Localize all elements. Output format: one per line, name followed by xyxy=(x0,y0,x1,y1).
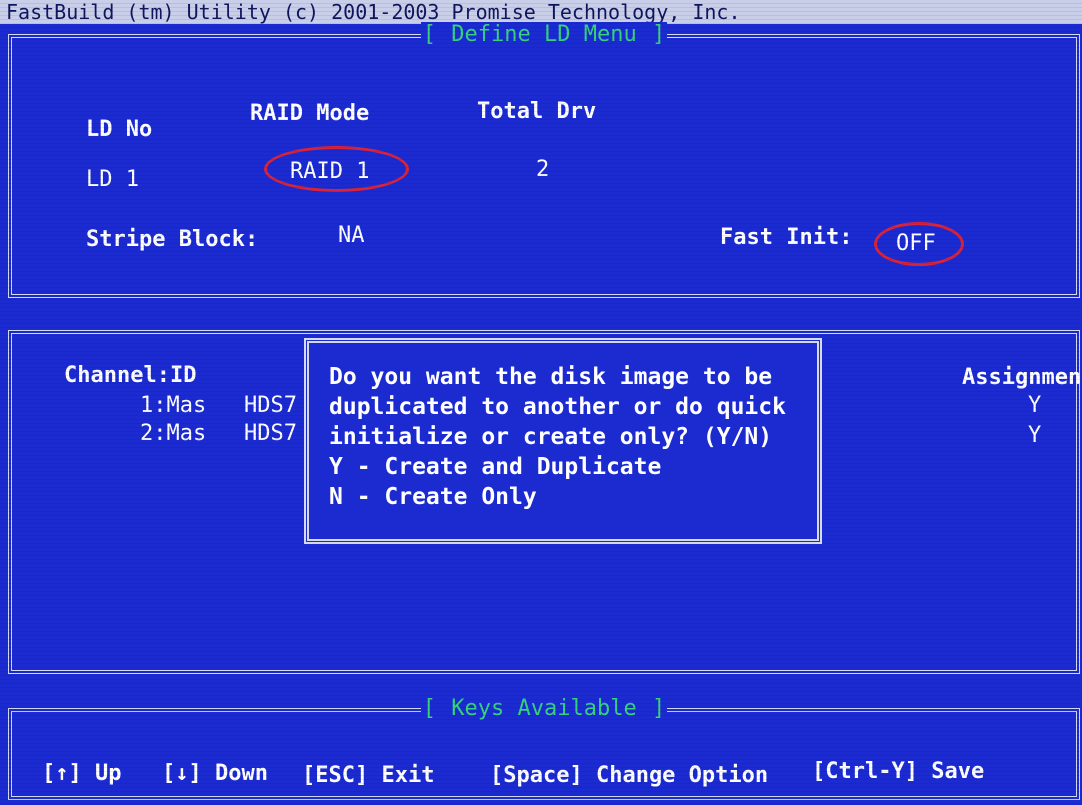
col-ld-no-header: LD No xyxy=(86,117,153,142)
fast-init-annotation-circle xyxy=(874,222,964,266)
key-up: [↑] Up xyxy=(42,761,122,786)
col-raid-mode-header: RAID Mode xyxy=(250,101,370,126)
drive-row-2-channel[interactable]: 2:Mas xyxy=(140,420,206,448)
dialog-line-question-2: duplicated to another or do quick xyxy=(329,394,786,420)
drive-row-2-assignment[interactable]: Y xyxy=(1028,422,1041,450)
keys-panel-title: [ Keys Available ] xyxy=(420,696,668,721)
raid-mode-annotation-circle xyxy=(264,146,409,192)
drive-row-1-channel[interactable]: 1:Mas xyxy=(140,392,206,420)
key-save: [Ctrl-Y] Save xyxy=(812,759,985,784)
utility-title-bar: FastBuild (tm) Utility (c) 2001-2003 Pro… xyxy=(0,0,1082,24)
key-space: [Space] Change Option xyxy=(490,763,769,788)
define-ld-title-text: Define LD Menu xyxy=(449,22,639,47)
key-escape: [ESC] Exit xyxy=(302,763,435,788)
stripe-block-label: Stripe Block: xyxy=(86,227,259,252)
stripe-block-value[interactable]: NA xyxy=(338,222,365,250)
ld-number-value[interactable]: LD 1 xyxy=(86,166,139,194)
bios-screen: FastBuild (tm) Utility (c) 2001-2003 Pro… xyxy=(0,0,1082,805)
col-total-drv-header: Total Drv xyxy=(477,99,597,124)
dialog-line-question-1: Do you want the disk image to be xyxy=(329,364,773,390)
define-ld-panel-title: [ Define LD Menu ] xyxy=(420,22,668,47)
dialog-line-question-3: initialize or create only? (Y/N) xyxy=(329,424,773,450)
keys-title-text: Keys Available xyxy=(449,696,639,721)
dialog-option-yes[interactable]: Y - Create and Duplicate xyxy=(329,453,661,481)
key-down: [↓] Down xyxy=(162,761,268,786)
total-drv-value: 2 xyxy=(536,157,550,182)
assignment-header: Assignment xyxy=(962,365,1082,390)
dialog-option-no[interactable]: N - Create Only xyxy=(329,483,537,511)
define-ld-panel: [ Define LD Menu ] LD No RAID Mode Total… xyxy=(8,22,1080,298)
keys-available-panel: [ Keys Available ] [↑] Up [↓] Down [ESC]… xyxy=(8,696,1080,800)
fast-init-label: Fast Init: xyxy=(720,225,853,250)
drive-row-1-assignment[interactable]: Y xyxy=(1028,392,1041,420)
drive-row-1-model[interactable]: HDS7 xyxy=(244,392,297,420)
drive-row-2-model[interactable]: HDS7 xyxy=(244,420,297,448)
duplicate-confirm-dialog[interactable]: Do you want the disk image to be duplica… xyxy=(304,338,822,544)
channel-id-header: Channel:ID xyxy=(64,363,197,388)
